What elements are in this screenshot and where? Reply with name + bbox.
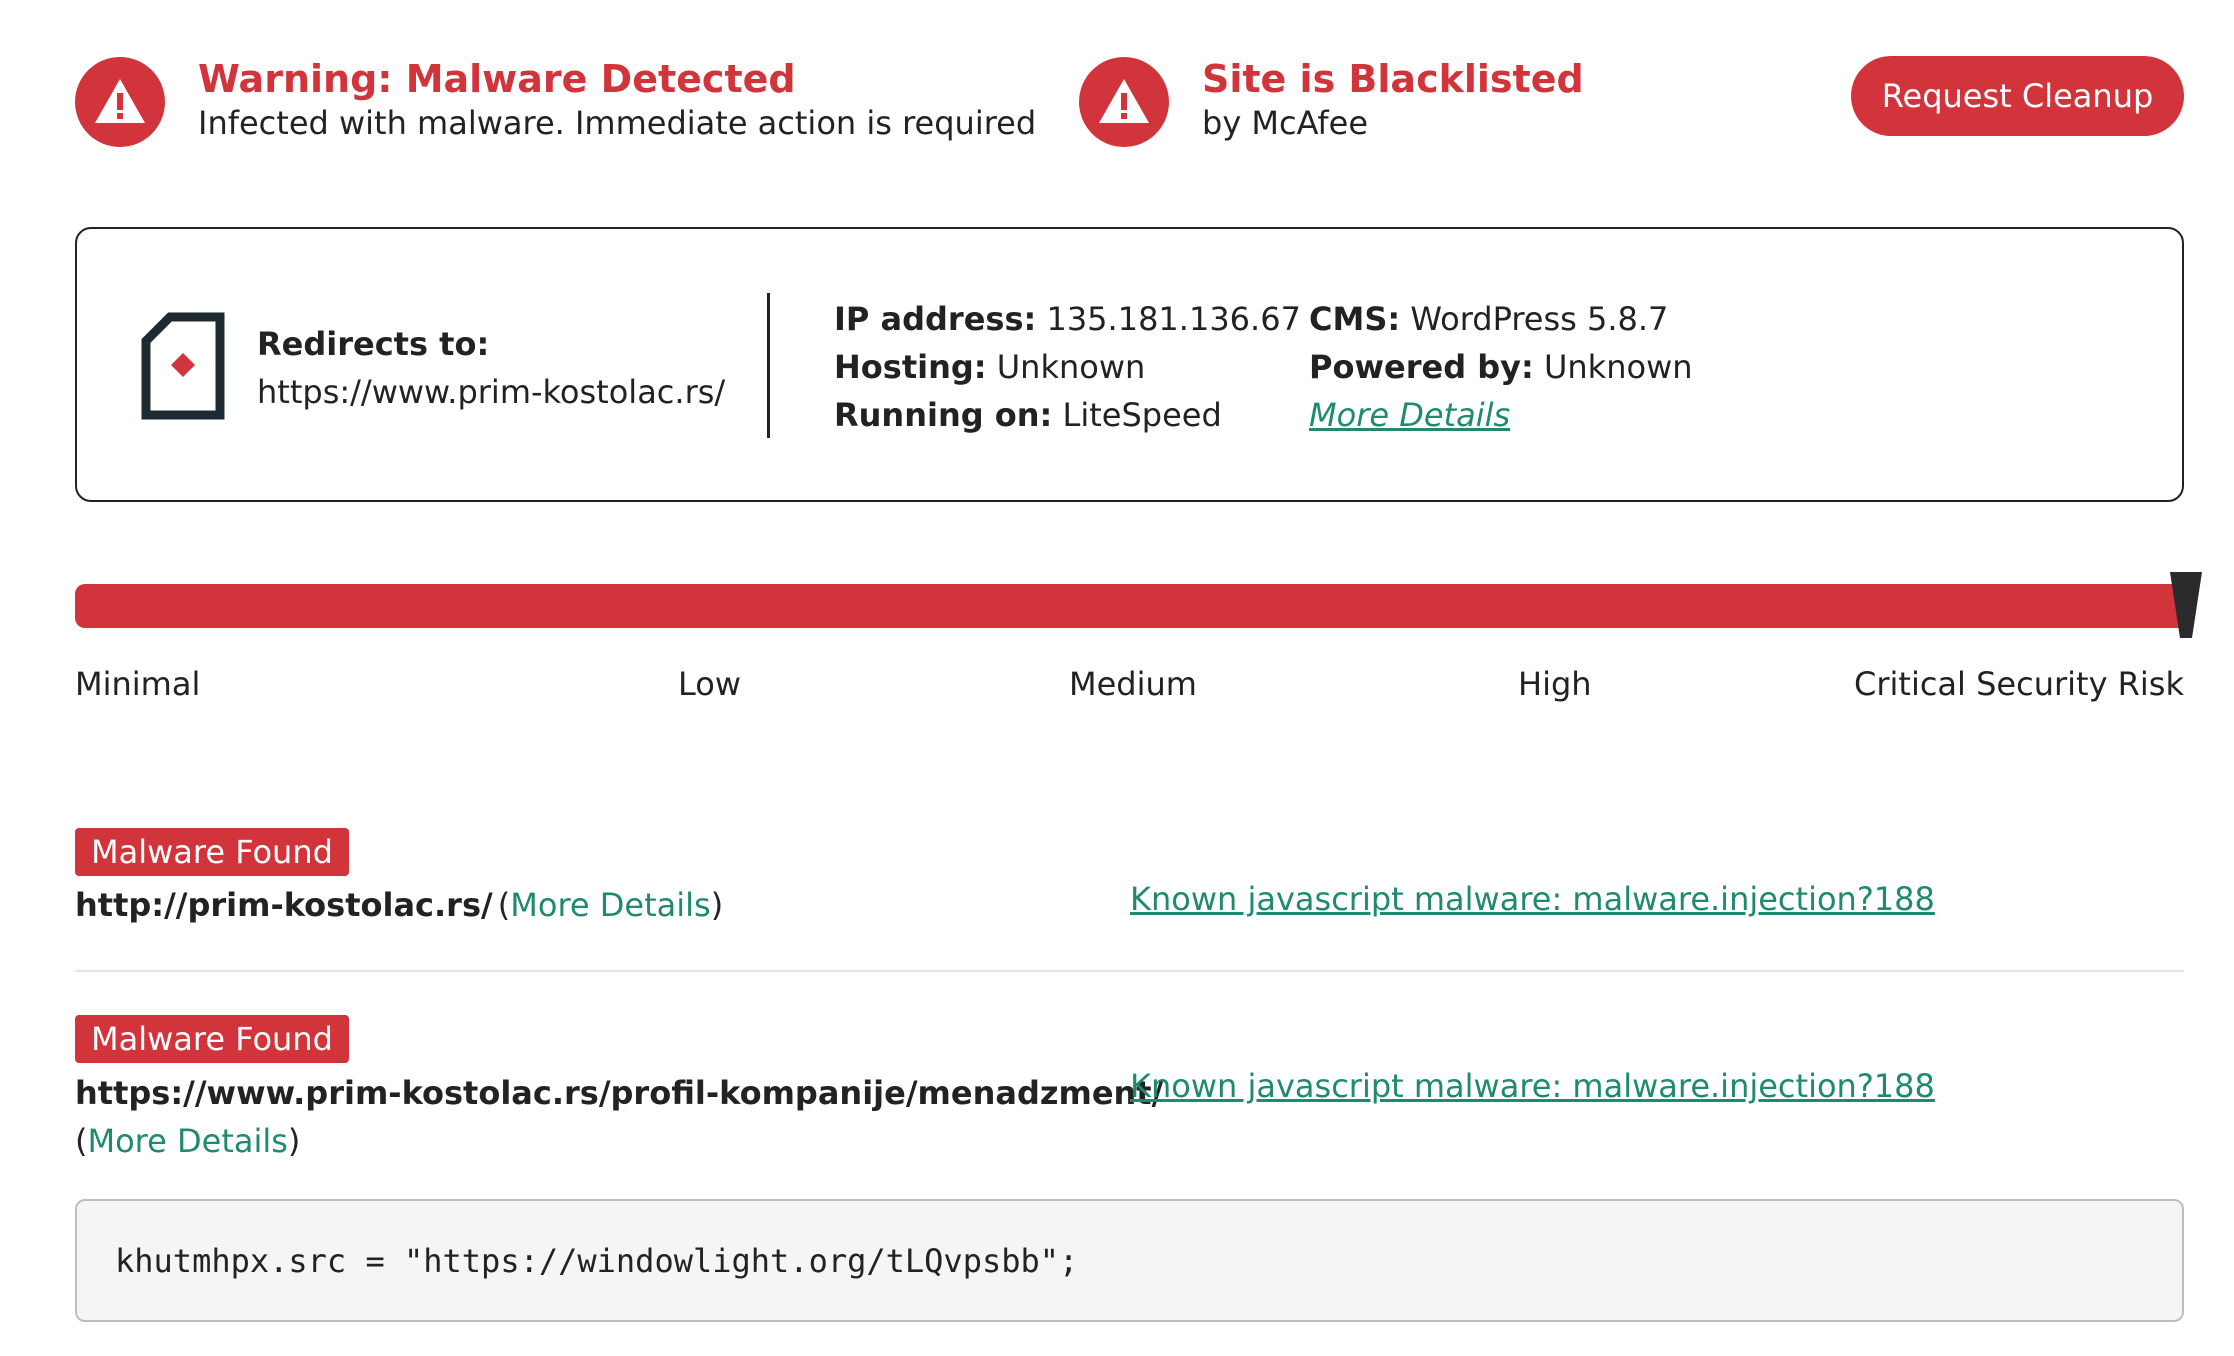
infected-url: https://www.prim-kostolac.rs/profil-komp… bbox=[75, 1074, 1164, 1112]
ip-address: IP address: 135.181.136.67 bbox=[834, 300, 1301, 338]
hosting: Hosting: Unknown bbox=[834, 348, 1146, 386]
malware-found-badge: Malware Found bbox=[75, 1015, 349, 1063]
cms: CMS: WordPress 5.8.7 bbox=[1309, 300, 1669, 338]
warning-triangle-icon bbox=[1079, 57, 1169, 147]
malware-found-badge: Malware Found bbox=[75, 828, 349, 876]
redirect-url: https://www.prim-kostolac.rs/ bbox=[257, 373, 726, 411]
risk-label-minimal: Minimal bbox=[75, 665, 201, 703]
warning-triangle-icon bbox=[75, 57, 165, 147]
document-icon bbox=[140, 312, 226, 420]
risk-label-medium: Medium bbox=[1069, 665, 1197, 703]
infected-url: http://prim-kostolac.rs/ bbox=[75, 886, 493, 924]
more-details-wrapper: (More Details) bbox=[75, 1122, 301, 1160]
more-details-link[interactable]: More Details bbox=[1309, 396, 1510, 434]
risk-level-bar bbox=[75, 584, 2184, 628]
malware-signature-link[interactable]: Known javascript malware: malware.inject… bbox=[1130, 880, 1935, 918]
malware-signature-link[interactable]: Known javascript malware: malware.inject… bbox=[1130, 1067, 1935, 1105]
malware-warning-subtitle: Infected with malware. Immediate action … bbox=[198, 104, 1037, 142]
more-details-link[interactable]: More Details bbox=[87, 1122, 287, 1160]
entry-divider bbox=[75, 970, 2184, 972]
risk-label-critical: Critical Security Risk bbox=[1854, 665, 2184, 703]
malware-code-snippet: khutmhpx.src = "https://windowlight.org/… bbox=[75, 1199, 2184, 1322]
info-divider bbox=[767, 293, 770, 438]
blacklist-subtitle: by McAfee bbox=[1202, 104, 1369, 142]
more-details-link[interactable]: More Details bbox=[510, 886, 710, 924]
running-on: Running on: LiteSpeed bbox=[834, 396, 1222, 434]
redirect-label: Redirects to: bbox=[257, 325, 490, 363]
request-cleanup-button[interactable]: Request Cleanup bbox=[1851, 56, 2184, 136]
risk-label-high: High bbox=[1518, 665, 1592, 703]
malware-warning-title: Warning: Malware Detected bbox=[198, 57, 796, 101]
list-item: http://prim-kostolac.rs/ (More Details) bbox=[75, 886, 724, 924]
risk-label-low: Low bbox=[678, 665, 742, 703]
powered-by: Powered by: Unknown bbox=[1309, 348, 1693, 386]
blacklist-title: Site is Blacklisted bbox=[1202, 57, 1584, 101]
risk-pointer-icon bbox=[2168, 572, 2204, 638]
